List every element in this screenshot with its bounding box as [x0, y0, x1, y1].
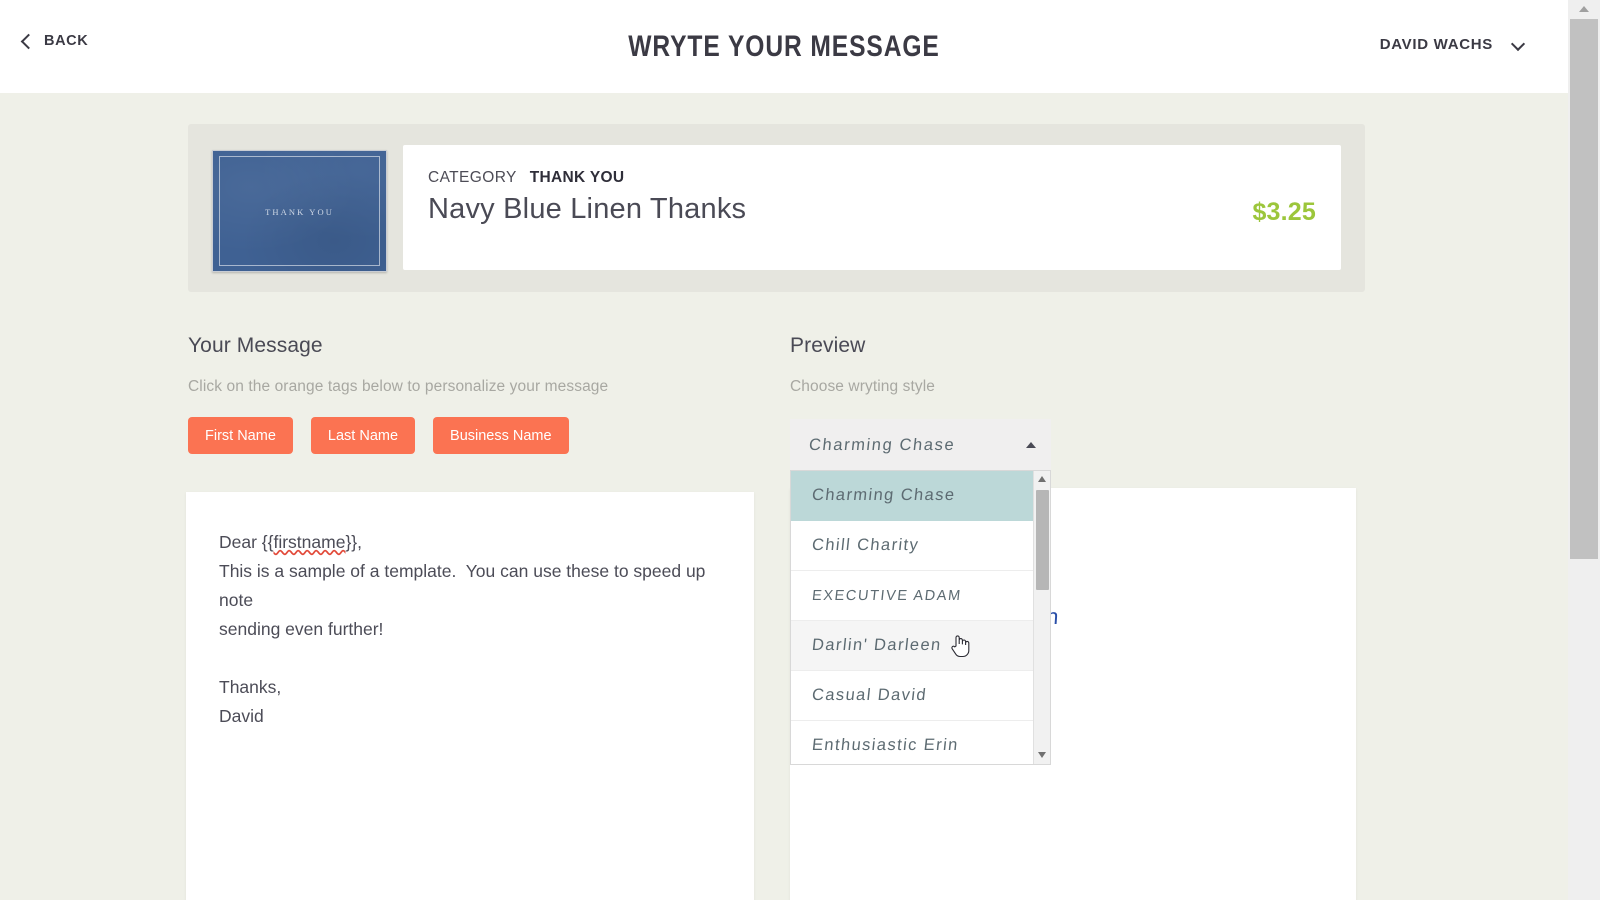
card-thumbnail-label: Thank You	[265, 207, 334, 217]
product-price: $3.25	[1252, 198, 1316, 226]
tag-first-name[interactable]: First Name	[188, 417, 293, 454]
wryting-style-select[interactable]: Charming Chase	[790, 419, 1051, 472]
wryting-style-option-list: Charming Chase Chill Charity Executive A…	[791, 471, 1035, 764]
message-line1-suffix: }},	[345, 532, 363, 552]
message-merge-token: firstname	[273, 532, 346, 552]
user-menu[interactable]: DAVID WACHS	[1380, 36, 1525, 53]
category-row: CATEGORY THANK YOU	[428, 169, 624, 187]
option-label: Casual David	[811, 686, 928, 704]
wryting-style-option-casual-david[interactable]: Casual David	[791, 671, 1035, 721]
wryting-style-dropdown[interactable]: Charming Chase Chill Charity Executive A…	[790, 470, 1051, 765]
user-menu-label: DAVID WACHS	[1379, 36, 1493, 53]
card-thumbnail[interactable]: Thank You	[212, 150, 387, 272]
dropdown-scroll-down-button[interactable]	[1034, 747, 1050, 764]
option-label: Charming Chase	[811, 486, 957, 504]
personalization-tags: First Name Last Name Business Name	[188, 417, 569, 454]
wryting-style-option-executive-adam[interactable]: Executive Adam	[791, 571, 1035, 621]
category-label: CATEGORY	[428, 169, 517, 186]
message-textarea[interactable]: Dear {{firstname}}, This is a sample of …	[186, 492, 754, 900]
message-heading: Your Message	[188, 334, 323, 357]
wryting-style-option-darlin-darleen[interactable]: Darlin' Darleen	[791, 621, 1035, 671]
tag-business-name[interactable]: Business Name	[433, 417, 569, 454]
dropdown-scroll-up-button[interactable]	[1034, 471, 1050, 488]
option-label: Executive Adam	[811, 587, 963, 604]
back-button[interactable]: BACK	[20, 33, 88, 49]
triangle-up-icon	[1579, 6, 1589, 12]
back-button-label: BACK	[44, 33, 89, 49]
chevron-left-icon	[20, 35, 33, 48]
page-root: BACK WRYTE YOUR MESSAGE DAVID WACHS Than…	[0, 0, 1600, 900]
preview-heading: Preview	[790, 334, 866, 357]
dropdown-scroll-thumb[interactable]	[1036, 490, 1049, 590]
preview-subheading: Choose wryting style	[790, 378, 936, 395]
product-summary-bar: Thank You CATEGORY THANK YOU Navy Blue L…	[188, 124, 1365, 292]
wryting-style-option-chill-charity[interactable]: Chill Charity	[791, 521, 1035, 571]
message-text-content: Dear {{firstname}}, This is a sample of …	[219, 528, 732, 731]
message-line1-prefix: Dear {{	[219, 532, 274, 552]
option-label: Chill Charity	[811, 536, 921, 554]
app-header: BACK WRYTE YOUR MESSAGE DAVID WACHS	[0, 0, 1568, 93]
page-scrollbar[interactable]	[1568, 0, 1600, 900]
message-subheading: Click on the orange tags below to person…	[188, 378, 609, 395]
page-title: WRYTE YOUR MESSAGE	[628, 30, 940, 63]
tag-last-name[interactable]: Last Name	[310, 417, 416, 454]
category-value: THANK YOU	[529, 169, 625, 186]
wryting-style-selected-value: Charming Chase	[808, 436, 957, 454]
preview-column-header: Preview Choose wryting style	[790, 334, 1356, 396]
triangle-down-icon	[1038, 752, 1046, 758]
wryting-style-option-charming-chase[interactable]: Charming Chase	[791, 471, 1035, 521]
option-label: Enthusiastic Erin	[811, 736, 960, 754]
chevron-down-icon	[1511, 40, 1525, 49]
wryting-style-option-enthusiastic-erin[interactable]: Enthusiastic Erin	[791, 721, 1035, 764]
message-body-rest: This is a sample of a template. You can …	[219, 561, 706, 726]
page-scroll-up-button[interactable]	[1568, 0, 1600, 18]
dropdown-scrollbar[interactable]	[1033, 471, 1050, 764]
message-column-header: Your Message Click on the orange tags be…	[188, 334, 754, 396]
product-details-card: CATEGORY THANK YOU Navy Blue Linen Thank…	[403, 145, 1341, 270]
page-scroll-thumb[interactable]	[1570, 19, 1598, 559]
caret-up-icon	[1026, 442, 1036, 448]
option-label: Darlin' Darleen	[811, 636, 943, 654]
triangle-up-icon	[1038, 476, 1046, 482]
product-name: Navy Blue Linen Thanks	[428, 193, 747, 225]
